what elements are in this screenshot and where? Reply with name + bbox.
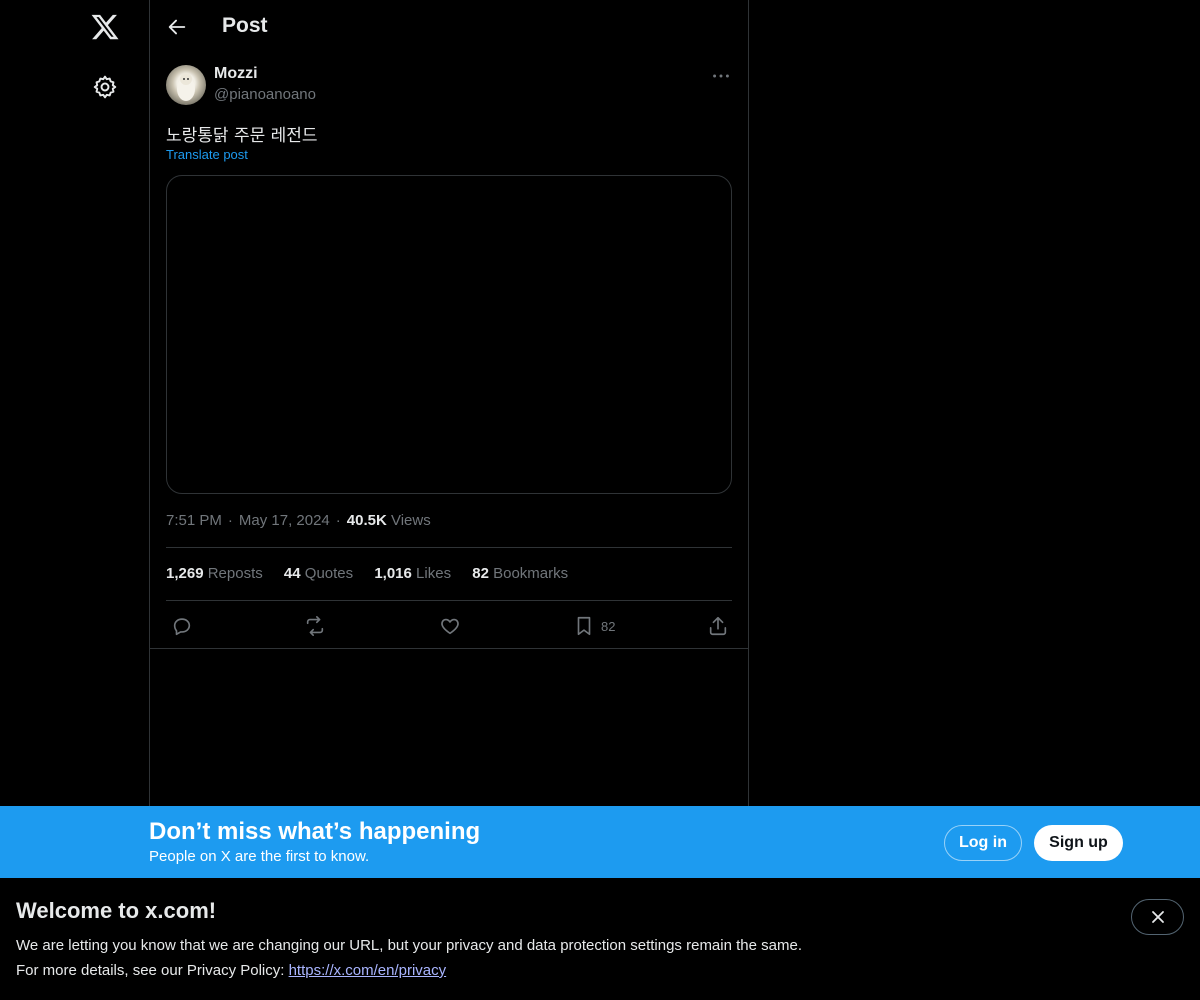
- share-button[interactable]: [707, 614, 729, 638]
- translate-post-link[interactable]: Translate post: [166, 147, 248, 162]
- signup-banner: Don’t miss what’s happening People on X …: [0, 806, 1200, 878]
- like-button[interactable]: [439, 614, 461, 638]
- login-button[interactable]: Log in: [944, 825, 1022, 861]
- author-handle[interactable]: @pianoanoano: [214, 86, 316, 103]
- likes-count: 1,016: [374, 565, 412, 582]
- post-text: 노랑통닭 주문 레전드: [166, 126, 318, 146]
- post-time[interactable]: 7:51 PM: [166, 512, 222, 529]
- url-change-notice: Welcome to x.com! We are letting you kno…: [0, 878, 1200, 1000]
- divider: [150, 648, 748, 649]
- likes-stat[interactable]: 1,016 Likes: [374, 565, 451, 582]
- close-notice-button[interactable]: [1131, 899, 1184, 935]
- page-title: Post: [222, 14, 268, 37]
- separator-dot: ·: [335, 512, 341, 529]
- privacy-policy-link[interactable]: https://x.com/en/privacy: [289, 962, 447, 979]
- separator-dot: ·: [227, 512, 233, 529]
- reposts-stat[interactable]: 1,269 Reposts: [166, 565, 263, 582]
- reply-icon: [173, 618, 191, 636]
- views-label: Views: [390, 512, 431, 529]
- banner-title: Don’t miss what’s happening: [149, 818, 481, 845]
- page: Post Mozzi @pianoanoano 노랑통닭 주문 레전드 Tran…: [0, 0, 1200, 1000]
- divider: [166, 600, 732, 601]
- notice-details: For more details, see our Privacy Policy…: [16, 962, 446, 979]
- repost-icon: [306, 616, 324, 636]
- notice-title: Welcome to x.com!: [16, 898, 217, 923]
- bookmarks-count: 82: [472, 565, 489, 582]
- bookmarks-stat[interactable]: 82 Bookmarks: [472, 565, 568, 582]
- reposts-count: 1,269: [166, 565, 204, 582]
- reposts-label: Reposts: [207, 565, 263, 582]
- bookmark-button[interactable]: 82: [573, 614, 615, 638]
- divider: [166, 547, 732, 548]
- quotes-label: Quotes: [304, 565, 354, 582]
- views-count: 40.5K: [346, 512, 387, 529]
- likes-label: Likes: [416, 565, 452, 582]
- notice-details-prefix: For more details, see our Privacy Policy…: [16, 962, 289, 979]
- post-header: Post: [150, 0, 748, 54]
- bookmark-count: 82: [601, 618, 616, 634]
- reply-button[interactable]: [171, 614, 193, 638]
- signup-button[interactable]: Sign up: [1034, 825, 1123, 861]
- quotes-stat[interactable]: 44 Quotes: [284, 565, 353, 582]
- share-icon: [709, 616, 727, 636]
- notice-text: We are letting you know that we are chan…: [16, 937, 802, 954]
- bookmarks-label: Bookmarks: [493, 565, 569, 582]
- x-logo-icon[interactable]: [90, 12, 120, 42]
- close-icon: [1151, 911, 1164, 923]
- post-media[interactable]: [166, 175, 732, 494]
- heart-icon: [441, 618, 459, 635]
- post-stats: 1,269 Reposts 44 Quotes 1,016 Likes 82 B…: [166, 565, 585, 582]
- quotes-count: 44: [283, 565, 301, 582]
- more-options-icon[interactable]: [710, 66, 732, 86]
- banner-subtitle: People on X are the first to know.: [149, 848, 370, 865]
- author-name[interactable]: Mozzi: [214, 65, 258, 83]
- arrow-left-icon[interactable]: [166, 16, 188, 38]
- post-date[interactable]: May 17, 2024: [239, 512, 330, 529]
- repost-button[interactable]: [304, 614, 326, 638]
- gear-icon[interactable]: [92, 74, 118, 100]
- avatar[interactable]: [166, 65, 206, 105]
- bookmark-icon: [577, 616, 591, 636]
- post-meta: 7:51 PM · May 17, 2024 · 40.5K Views: [166, 512, 431, 529]
